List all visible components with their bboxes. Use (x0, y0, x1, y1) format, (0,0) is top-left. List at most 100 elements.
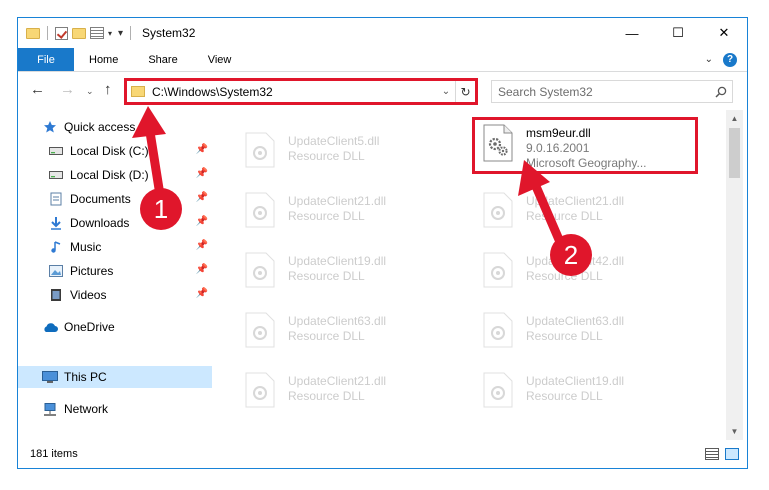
file-type: Resource DLL (288, 269, 365, 283)
up-button[interactable]: ↑ (104, 81, 112, 98)
list-item[interactable]: UpdateClient21.dll Resource DLL (238, 368, 468, 418)
list-item[interactable]: UpdateClient19.dll Resource DLL (476, 368, 706, 418)
list-item[interactable]: UpdateClient63.dll Resource DLL (476, 308, 706, 358)
sidebar-item-quick-access[interactable]: Quick access (18, 116, 212, 138)
step-1-badge: 1 (140, 188, 182, 230)
file-name: UpdateClient19.dll (288, 254, 387, 268)
sidebar-item-label: Local Disk (D:) (70, 168, 149, 182)
ribbon-right: ⌄ ? (705, 48, 747, 71)
file-type: Resource DLL (526, 329, 603, 343)
maximize-button[interactable]: ☐ (655, 18, 701, 48)
tab-view[interactable]: View (193, 48, 247, 71)
sidebar-item-local-disk-d[interactable]: Local Disk (D:) 📌 (18, 164, 212, 186)
sidebar-item-label: Music (70, 240, 102, 254)
folder-icon (131, 86, 145, 97)
minimize-button[interactable]: — (609, 18, 655, 48)
pin-icon[interactable]: 📌 (196, 264, 208, 275)
back-button[interactable]: ← (30, 81, 45, 98)
computer-icon (42, 370, 58, 384)
file-type: Resource DLL (288, 389, 365, 403)
window-title: System32 (142, 26, 196, 40)
network-icon (42, 402, 58, 416)
sidebar-item-music[interactable]: Music 📌 (18, 236, 212, 258)
pin-icon[interactable]: 📌 (196, 144, 208, 155)
list-item[interactable]: UpdateClient19.dll Resource DLL (238, 248, 468, 298)
file-type: Resource DLL (288, 329, 365, 343)
sidebar-item-downloads[interactable]: Downloads 📌 (18, 212, 212, 234)
details-view-icon[interactable] (705, 448, 719, 460)
search-icon[interactable] (710, 86, 732, 98)
vertical-scrollbar[interactable]: ▲ ▼ (726, 110, 743, 440)
search-box[interactable] (491, 80, 733, 103)
customize-toolbar-icon[interactable]: ▾ (118, 28, 123, 39)
close-button[interactable]: ✕ (701, 18, 747, 48)
step-2-badge: 2 (550, 234, 592, 276)
refresh-button[interactable]: ↻ (455, 81, 475, 102)
scroll-thumb[interactable] (729, 128, 740, 178)
search-input[interactable] (498, 84, 710, 99)
expand-ribbon-icon[interactable]: ⌄ (705, 54, 713, 65)
sidebar-item-documents[interactable]: Documents 📌 (18, 188, 212, 210)
ribbon-tabs: File Home Share View ⌄ ? (18, 48, 747, 72)
file-icon (238, 248, 282, 296)
recent-locations-icon[interactable]: ⌄ (86, 86, 94, 97)
new-folder-icon[interactable] (72, 27, 86, 39)
explorer-window: ▾ ▾ System32 — ☐ ✕ File Home Share View … (17, 17, 748, 469)
toolbar-separator (47, 26, 48, 40)
sidebar-item-local-disk-c[interactable]: Local Disk (C:) 📌 (18, 140, 212, 162)
list-item[interactable]: UpdateClient21.dll Resource DLL (238, 188, 468, 238)
help-icon[interactable]: ? (723, 52, 737, 67)
pin-icon[interactable]: 📌 (196, 240, 208, 251)
forward-button[interactable]: → (60, 81, 75, 98)
sidebar-item-label: Network (64, 402, 109, 416)
tab-home[interactable]: Home (74, 48, 133, 71)
file-icon (238, 128, 282, 176)
toolbar-separator (130, 26, 132, 40)
status-bar: 181 items (18, 440, 747, 468)
file-list: UpdateClient5.dll Resource DLL UpdateClie… (214, 110, 726, 440)
music-icon (48, 240, 64, 254)
sidebar-item-videos[interactable]: Videos 📌 (18, 284, 212, 306)
sidebar-item-onedrive[interactable]: OneDrive (18, 316, 212, 338)
sidebar-item-this-pc[interactable]: This PC (18, 366, 212, 388)
address-bar[interactable]: C:\Windows\System32 ⌄ ↻ (124, 78, 478, 105)
highlight-rectangle (472, 117, 698, 174)
title-bar: ▾ ▾ System32 — ☐ ✕ (18, 18, 747, 48)
file-name: UpdateClient63.dll (526, 314, 625, 328)
tiles-view-icon[interactable] (725, 448, 739, 460)
list-item[interactable]: UpdateClient21.dll Resource DLL (476, 188, 706, 238)
pin-icon[interactable]: 📌 (196, 216, 208, 227)
list-item[interactable]: UpdateClient63.dll Resource DLL (238, 308, 468, 358)
address-path[interactable]: C:\Windows\System32 (152, 85, 437, 99)
navigation-pane: Quick access Local Disk (C:) 📌 Local Dis… (18, 110, 212, 440)
file-icon (476, 248, 520, 296)
tab-file[interactable]: File (18, 48, 74, 71)
sidebar-item-label: Local Disk (C:) (70, 144, 149, 158)
address-row: ← → ⌄ ↑ C:\Windows\System32 ⌄ ↻ (18, 73, 747, 109)
properties-icon[interactable] (90, 27, 104, 39)
screenshot-frame: ▾ ▾ System32 — ☐ ✕ File Home Share View … (0, 0, 769, 490)
chevron-down-icon[interactable]: ⌄ (437, 86, 455, 97)
chevron-down-icon[interactable]: ▾ (108, 29, 112, 38)
pin-icon[interactable]: 📌 (196, 288, 208, 299)
view-toggle (705, 448, 739, 460)
documents-icon (48, 192, 64, 206)
pin-icon[interactable]: 📌 (196, 192, 208, 203)
properties-check-icon[interactable] (55, 26, 68, 40)
drive-icon (48, 168, 64, 182)
pin-icon[interactable]: 📌 (196, 168, 208, 179)
file-icon (476, 368, 520, 416)
file-type: Resource DLL (288, 149, 365, 163)
scroll-down-icon[interactable]: ▼ (726, 423, 743, 440)
tab-share[interactable]: Share (133, 48, 192, 71)
sidebar-item-pictures[interactable]: Pictures 📌 (18, 260, 212, 282)
file-icon (476, 308, 520, 356)
sidebar-item-network[interactable]: Network (18, 398, 212, 420)
sidebar-item-label: Downloads (70, 216, 130, 230)
file-name: UpdateClient21.dll (288, 194, 387, 208)
drive-icon (48, 144, 64, 158)
sidebar-item-label: Quick access (64, 120, 136, 134)
list-item[interactable]: UpdateClient5.dll Resource DLL (238, 128, 468, 178)
scroll-up-icon[interactable]: ▲ (726, 110, 743, 127)
file-type: Resource DLL (526, 209, 603, 223)
